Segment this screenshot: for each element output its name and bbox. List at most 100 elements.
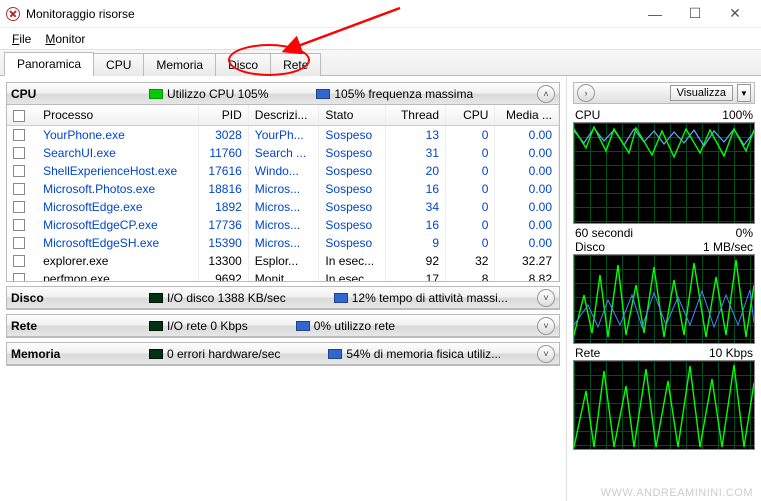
row-checkbox[interactable] (13, 183, 25, 195)
row-checkbox[interactable] (13, 273, 25, 281)
panel-cpu: CPU Utilizzo CPU 105% 105% frequenza mas… (6, 82, 560, 282)
cell-pid: 13300 (198, 252, 248, 270)
cell-process: Microsoft.Photos.exe (37, 180, 198, 198)
cell-avg: 0.00 (495, 234, 559, 252)
cell-process: perfmon.exe (37, 270, 198, 282)
table-row[interactable]: Microsoft.Photos.exe18816Micros...Sospes… (7, 180, 559, 198)
row-checkbox[interactable] (13, 201, 25, 213)
cell-state: Sospeso (319, 216, 385, 234)
col-pid[interactable]: PID (198, 105, 248, 125)
cell-state: In esec... (319, 252, 385, 270)
cell-thread: 16 (385, 180, 445, 198)
table-row[interactable]: MicrosoftEdge.exe1892Micros...Sospeso340… (7, 198, 559, 216)
cell-state: Sospeso (319, 144, 385, 162)
net-metric-util: 0% utilizzo rete (296, 319, 395, 333)
cell-desc: Esplor... (248, 252, 319, 270)
table-row[interactable]: SearchUI.exe11760Search ...Sospeso3100.0… (7, 144, 559, 162)
cell-desc: Micros... (248, 234, 319, 252)
watermark: WWW.ANDREAMININI.COM (601, 487, 753, 499)
table-row[interactable]: MicrosoftEdgeSH.exe15390Micros...Sospeso… (7, 234, 559, 252)
row-checkbox[interactable] (13, 165, 25, 177)
titlebar: Monitoraggio risorse — ☐ ✕ (0, 0, 761, 28)
panel-rete-title: Rete (11, 319, 141, 333)
cell-thread: 17 (385, 270, 445, 282)
cell-cpu: 0 (446, 144, 495, 162)
chart-net (573, 360, 755, 450)
collapse-charts-button[interactable]: › (577, 84, 595, 102)
expand-disco-button[interactable]: ˅ (537, 289, 555, 307)
table-row[interactable]: YourPhone.exe3028YourPh...Sospeso1300.00 (7, 125, 559, 144)
tab-cpu[interactable]: CPU (93, 53, 144, 76)
view-dropdown-icon[interactable]: ▼ (737, 84, 751, 102)
table-row[interactable]: explorer.exe13300Esplor...In esec...9232… (7, 252, 559, 270)
table-row[interactable]: MicrosoftEdgeCP.exe17736Micros...Sospeso… (7, 216, 559, 234)
cell-pid: 11760 (198, 144, 248, 162)
col-cpu[interactable]: CPU (446, 105, 495, 125)
table-header-row: Processo PID Descrizi... Stato Thread CP… (7, 105, 559, 125)
disk-metric-activity: 12% tempo di attività massi... (334, 291, 508, 305)
close-button[interactable]: ✕ (715, 5, 755, 22)
maximize-button[interactable]: ☐ (675, 5, 715, 22)
panel-rete-header[interactable]: Rete I/O rete 0 Kbps 0% utilizzo rete ˅ (7, 315, 559, 337)
cell-process: MicrosoftEdgeSH.exe (37, 234, 198, 252)
table-row[interactable]: ShellExperienceHost.exe17616Windo...Sosp… (7, 162, 559, 180)
tab-panoramica[interactable]: Panoramica (4, 52, 94, 76)
table-row[interactable]: perfmon.exe9692Monit...In esec...1788.82 (7, 270, 559, 282)
left-pane: CPU Utilizzo CPU 105% 105% frequenza mas… (0, 76, 566, 501)
panel-rete: Rete I/O rete 0 Kbps 0% utilizzo rete ˅ (6, 314, 560, 338)
chart-cpu-labels: CPU 100% (573, 108, 755, 122)
panel-cpu-header[interactable]: CPU Utilizzo CPU 105% 105% frequenza mas… (7, 83, 559, 105)
cell-avg: 32.27 (495, 252, 559, 270)
cell-pid: 1892 (198, 198, 248, 216)
expand-rete-button[interactable]: ˅ (537, 317, 555, 335)
row-checkbox[interactable] (13, 129, 25, 141)
chart-cpu (573, 122, 755, 224)
tab-disco[interactable]: Disco (215, 53, 271, 76)
cell-desc: Micros... (248, 216, 319, 234)
cell-desc: Search ... (248, 144, 319, 162)
row-checkbox[interactable] (13, 237, 25, 249)
dark-swatch-icon (149, 349, 163, 359)
row-checkbox[interactable] (13, 219, 25, 231)
menu-file[interactable]: File (6, 30, 37, 48)
view-button[interactable]: Visualizza (670, 85, 733, 101)
menu-monitor[interactable]: Monitor (39, 30, 91, 48)
panel-memoria-header[interactable]: Memoria 0 errori hardware/sec 54% di mem… (7, 343, 559, 365)
cell-avg: 8.82 (495, 270, 559, 282)
col-thread[interactable]: Thread (385, 105, 445, 125)
cell-pid: 18816 (198, 180, 248, 198)
collapse-cpu-button[interactable]: ˄ (537, 85, 555, 103)
cell-cpu: 0 (446, 180, 495, 198)
tab-rete[interactable]: Rete (270, 53, 321, 76)
col-process[interactable]: Processo (37, 105, 198, 125)
cell-cpu: 0 (446, 198, 495, 216)
minimize-button[interactable]: — (635, 6, 675, 22)
tab-memoria[interactable]: Memoria (143, 53, 216, 76)
cell-state: Sospeso (319, 125, 385, 144)
cell-thread: 31 (385, 144, 445, 162)
col-avg[interactable]: Media ... (495, 105, 559, 125)
cell-process: YourPhone.exe (37, 125, 198, 144)
expand-memoria-button[interactable]: ˅ (537, 345, 555, 363)
cell-avg: 0.00 (495, 216, 559, 234)
green-swatch-icon (149, 89, 163, 99)
panel-disco-header[interactable]: Disco I/O disco 1388 KB/sec 12% tempo di… (7, 287, 559, 309)
chart-net-title: Rete (575, 346, 600, 360)
cell-desc: Micros... (248, 198, 319, 216)
row-checkbox[interactable] (13, 147, 25, 159)
col-desc[interactable]: Descrizi... (248, 105, 319, 125)
cell-cpu: 0 (446, 162, 495, 180)
cell-avg: 0.00 (495, 125, 559, 144)
col-state[interactable]: Stato (319, 105, 385, 125)
cell-desc: Windo... (248, 162, 319, 180)
chart-disk-title: Disco (575, 240, 605, 254)
row-checkbox[interactable] (13, 255, 25, 267)
cell-process: ShellExperienceHost.exe (37, 162, 198, 180)
blue-swatch-icon (296, 321, 310, 331)
cell-desc: YourPh... (248, 125, 319, 144)
disk-metric-io: I/O disco 1388 KB/sec (149, 291, 286, 305)
cell-process: explorer.exe (37, 252, 198, 270)
process-table-wrap: Processo PID Descrizi... Stato Thread CP… (7, 105, 559, 281)
col-checkbox[interactable] (7, 105, 37, 125)
cell-pid: 17616 (198, 162, 248, 180)
